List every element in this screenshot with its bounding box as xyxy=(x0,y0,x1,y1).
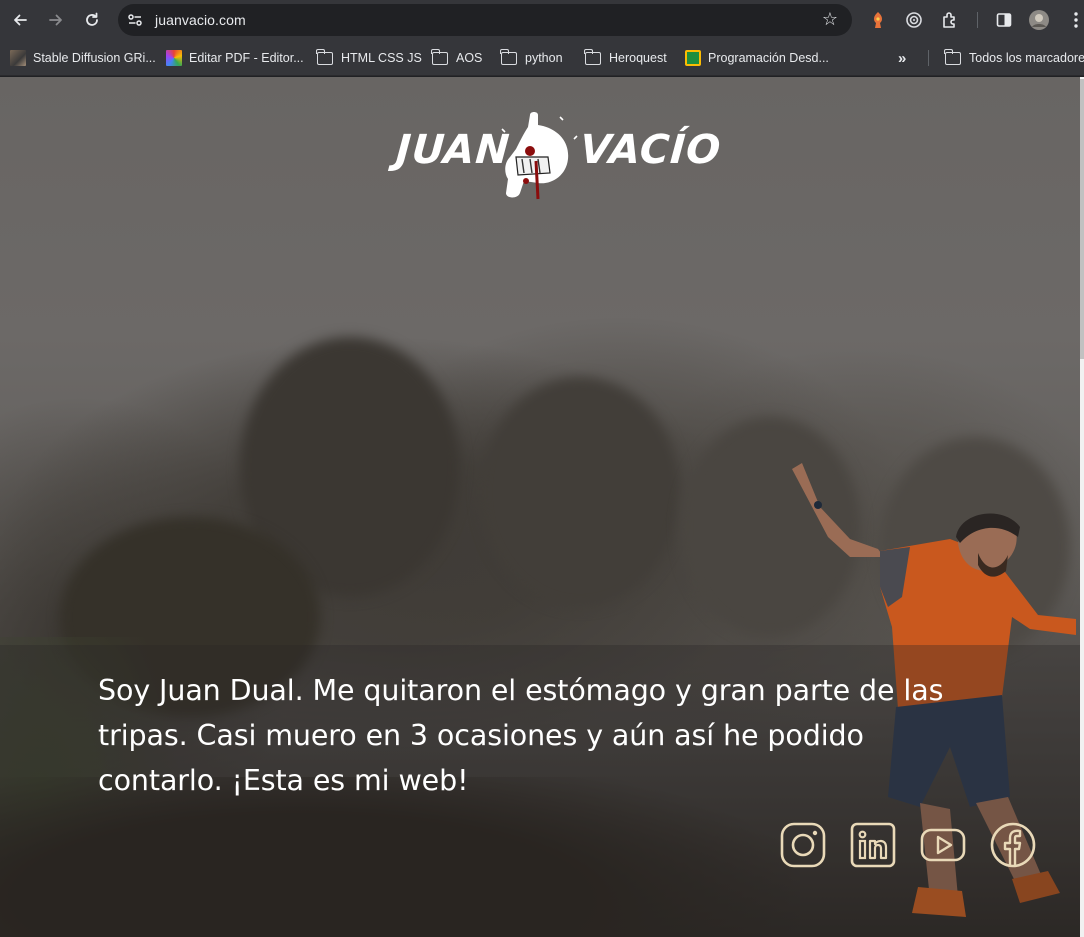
profile-avatar[interactable] xyxy=(1027,8,1051,32)
bookmark-programacion[interactable]: Programación Desd... xyxy=(685,49,829,67)
colorful-favicon xyxy=(166,50,182,66)
site-info-icon[interactable] xyxy=(126,11,144,29)
forward-arrow-icon[interactable] xyxy=(43,7,69,33)
folder-icon xyxy=(316,48,333,65)
bookmark-label: Stable Diffusion GRi... xyxy=(33,51,156,65)
target-icon[interactable] xyxy=(902,8,926,32)
folder-icon xyxy=(584,48,601,65)
bookmark-label: Programación Desd... xyxy=(708,51,829,65)
intro-text: Soy Juan Dual. Me quitaron el estómago y… xyxy=(98,668,968,803)
facebook-icon[interactable] xyxy=(990,822,1036,868)
bookmark-label: python xyxy=(525,51,563,65)
bookmark-folder-html-css-js[interactable]: HTML CSS JS xyxy=(316,48,422,67)
address-bar[interactable]: juanvacio.com ☆ xyxy=(118,4,852,36)
folder-icon xyxy=(431,48,448,65)
site-logo[interactable]: JUAN VACÍO xyxy=(394,107,723,203)
folder-icon xyxy=(500,48,517,65)
background-tree xyxy=(480,377,680,607)
side-panel-icon[interactable] xyxy=(992,8,1016,32)
puzzle-icon[interactable] xyxy=(938,8,962,32)
intro-line: contarlo. ¡Esta es mi web! xyxy=(98,764,469,797)
browser-toolbar: juanvacio.com ☆ xyxy=(0,0,1084,40)
scrollbar-thumb[interactable] xyxy=(1080,79,1084,359)
reload-icon[interactable] xyxy=(79,7,105,33)
all-bookmarks-button[interactable]: Todos los marcadores xyxy=(944,48,1084,67)
kebab-menu-icon[interactable] xyxy=(1064,8,1084,32)
bookmarks-bar: Stable Diffusion GRi... Editar PDF - Edi… xyxy=(0,40,1084,76)
bookmark-label: Heroquest xyxy=(609,51,667,65)
folder-icon xyxy=(944,48,961,65)
stomach-logo-icon xyxy=(501,112,578,200)
logo-text-right: VACÍO xyxy=(578,127,723,173)
bookmarks-divider xyxy=(928,50,929,66)
image-favicon xyxy=(10,50,26,66)
bookmarks-overflow-button[interactable]: » xyxy=(898,49,906,67)
hero-section: JUAN VACÍO Soy Juan Dual. Me quitaron el… xyxy=(0,77,1080,937)
url-text[interactable]: juanvacio.com xyxy=(155,12,246,28)
extension-icon[interactable] xyxy=(866,8,890,32)
linkedin-icon[interactable] xyxy=(850,822,896,868)
bookmark-folder-python[interactable]: python xyxy=(500,48,563,67)
bookmark-label: Todos los marcadores xyxy=(969,51,1084,65)
classroom-favicon xyxy=(685,50,701,66)
bookmark-editar-pdf[interactable]: Editar PDF - Editor... xyxy=(166,49,304,67)
bookmark-folder-heroquest[interactable]: Heroquest xyxy=(584,48,667,67)
bookmark-label: AOS xyxy=(456,51,483,65)
bookmark-stable-diffusion[interactable]: Stable Diffusion GRi... xyxy=(10,49,156,67)
instagram-icon[interactable] xyxy=(780,822,826,868)
bookmark-star-icon[interactable]: ☆ xyxy=(822,9,838,30)
intro-line: Soy Juan Dual. Me quitaron el estómago y… xyxy=(98,674,944,707)
youtube-icon[interactable] xyxy=(920,822,966,868)
bookmark-label: HTML CSS JS xyxy=(341,51,422,65)
toolbar-divider xyxy=(977,12,978,28)
bookmark-folder-aos[interactable]: AOS xyxy=(431,48,483,67)
back-arrow-icon[interactable] xyxy=(7,7,33,33)
bookmark-label: Editar PDF - Editor... xyxy=(189,51,304,65)
intro-line: tripas. Casi muero en 3 ocasiones y aún … xyxy=(98,719,864,752)
